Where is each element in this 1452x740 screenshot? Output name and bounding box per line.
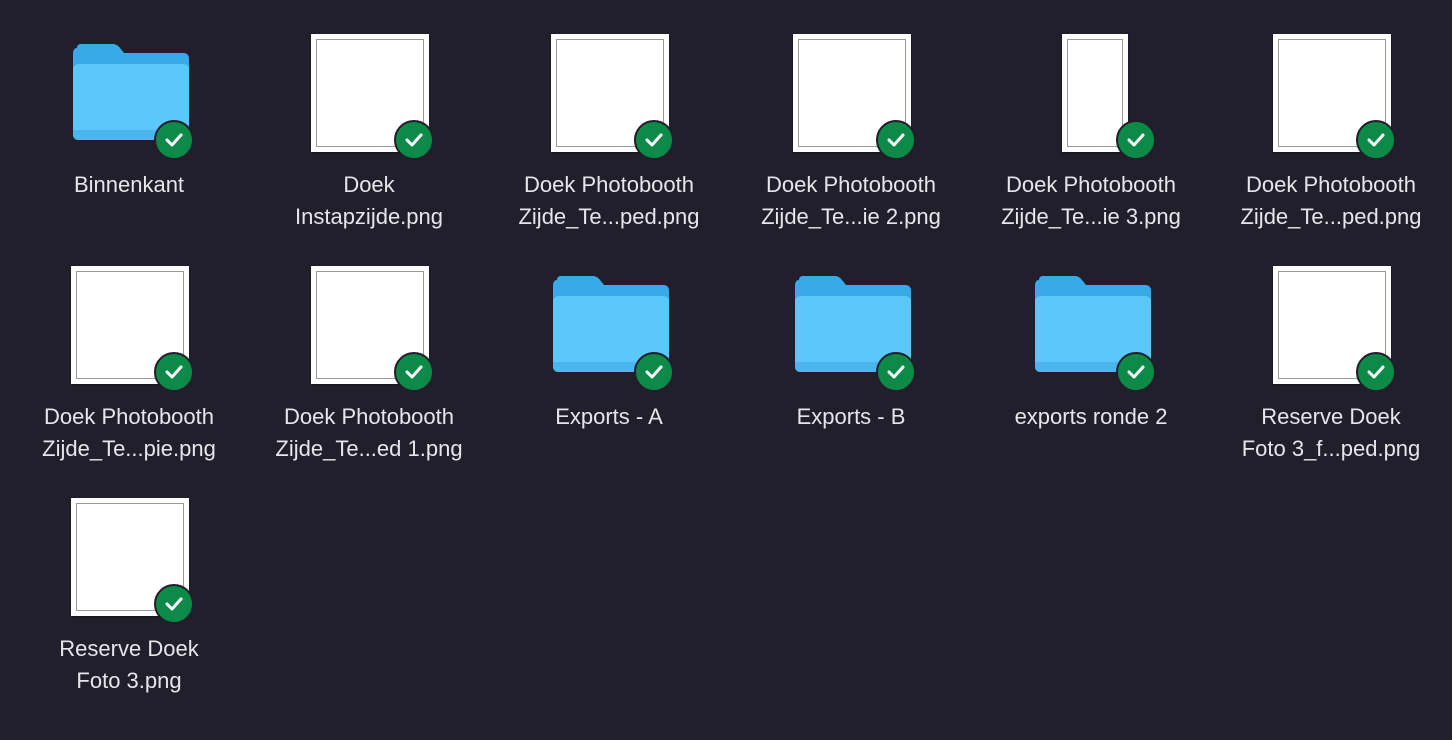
file-label: Binnenkant xyxy=(19,169,239,201)
file-item-doek-photobooth-ie2[interactable]: Doek Photobooth Zijde_Te...ie 2.png xyxy=(741,32,961,252)
file-item-reserve-doek-foto3[interactable]: Reserve Doek Foto 3.png xyxy=(19,496,239,716)
image-file-icon xyxy=(307,264,434,392)
synced-check-icon xyxy=(1356,120,1396,160)
file-name-line2: Foto 3_f...ped.png xyxy=(1241,436,1421,461)
file-label: Doek Photobooth Zijde_Te...ie 3.png xyxy=(981,169,1201,233)
image-file-icon xyxy=(789,32,916,160)
file-label: Reserve Doek Foto 3_f...ped.png xyxy=(1221,401,1441,465)
image-file-icon xyxy=(67,264,194,392)
folder-icon xyxy=(1029,264,1156,392)
file-name-line1: Exports - B xyxy=(796,404,906,429)
synced-check-icon xyxy=(634,120,674,160)
file-item-doek-instapzijde[interactable]: Doek Instapzijde.png xyxy=(259,32,479,252)
folder-icon xyxy=(789,264,916,392)
file-name-line1: Doek Photobooth xyxy=(283,404,455,429)
file-name-line1: Reserve Doek xyxy=(1261,404,1401,429)
file-item-doek-photobooth-ed1[interactable]: Doek Photobooth Zijde_Te...ed 1.png xyxy=(259,264,479,484)
file-label: Doek Photobooth Zijde_Te...pie.png xyxy=(19,401,239,465)
file-label: exports ronde 2 xyxy=(981,401,1201,433)
image-file-icon xyxy=(1269,32,1396,160)
synced-check-icon xyxy=(154,584,194,624)
file-name-line1: Doek Photobooth xyxy=(1245,172,1417,197)
synced-check-icon xyxy=(154,352,194,392)
file-item-reserve-doek-foto3-ped[interactable]: Reserve Doek Foto 3_f...ped.png xyxy=(1221,264,1441,484)
file-label: Exports - A xyxy=(499,401,719,433)
folder-item-binnenkant[interactable]: Binnenkant xyxy=(19,32,239,252)
folder-item-exports-ronde-2[interactable]: exports ronde 2 xyxy=(981,264,1201,484)
file-name-line2: Zijde_Te...ie 3.png xyxy=(1001,204,1181,229)
file-name-line1: Doek Photobooth xyxy=(1005,172,1177,197)
file-label: Doek Instapzijde.png xyxy=(259,169,479,233)
synced-check-icon xyxy=(634,352,674,392)
synced-check-icon xyxy=(394,352,434,392)
file-label: Doek Photobooth Zijde_Te...ped.png xyxy=(1221,169,1441,233)
file-name-line1: Doek Photobooth xyxy=(523,172,695,197)
file-name-line1: Reserve Doek xyxy=(59,636,199,661)
image-file-icon xyxy=(67,496,194,624)
synced-check-icon xyxy=(876,352,916,392)
file-name-line2: Zijde_Te...ped.png xyxy=(1240,204,1422,229)
folder-icon xyxy=(67,32,194,160)
synced-check-icon xyxy=(154,120,194,160)
file-name-line1: exports ronde 2 xyxy=(1014,404,1168,429)
file-item-doek-photobooth-ped[interactable]: Doek Photobooth Zijde_Te...ped.png xyxy=(499,32,719,252)
file-item-doek-photobooth-ped-2[interactable]: Doek Photobooth Zijde_Te...ped.png xyxy=(1221,32,1441,252)
file-name-line2: Zijde_Te...pie.png xyxy=(42,436,216,461)
image-file-icon xyxy=(307,32,434,160)
file-name-line1: Doek Photobooth xyxy=(43,404,215,429)
file-name-line2: Instapzijde.png xyxy=(295,204,443,229)
file-name-line2: Foto 3.png xyxy=(76,668,182,693)
file-name-line2: Zijde_Te...ie 2.png xyxy=(761,204,941,229)
folder-item-exports-a[interactable]: Exports - A xyxy=(499,264,719,484)
file-name-line1: Doek Photobooth xyxy=(765,172,937,197)
file-label: Doek Photobooth Zijde_Te...ped.png xyxy=(499,169,719,233)
synced-check-icon xyxy=(1356,352,1396,392)
file-name-line1: Binnenkant xyxy=(73,172,185,197)
file-name-line1: Doek xyxy=(343,172,395,197)
file-icon-grid: Binnenkant Doek Instapzijde.png Doek Pho… xyxy=(0,0,1452,740)
synced-check-icon xyxy=(1116,352,1156,392)
file-name-line2: Zijde_Te...ed 1.png xyxy=(275,436,463,461)
synced-check-icon xyxy=(876,120,916,160)
file-label: Exports - B xyxy=(741,401,961,433)
folder-item-exports-b[interactable]: Exports - B xyxy=(741,264,961,484)
folder-icon xyxy=(547,264,674,392)
file-item-doek-photobooth-ie3[interactable]: Doek Photobooth Zijde_Te...ie 3.png xyxy=(981,32,1201,252)
file-name-line1: Exports - A xyxy=(555,404,663,429)
file-label: Doek Photobooth Zijde_Te...ie 2.png xyxy=(741,169,961,233)
image-file-icon xyxy=(1029,32,1156,160)
synced-check-icon xyxy=(1116,120,1156,160)
image-file-icon xyxy=(547,32,674,160)
file-item-doek-photobooth-pie[interactable]: Doek Photobooth Zijde_Te...pie.png xyxy=(19,264,239,484)
file-label: Reserve Doek Foto 3.png xyxy=(19,633,239,697)
synced-check-icon xyxy=(394,120,434,160)
image-file-icon xyxy=(1269,264,1396,392)
file-name-line2: Zijde_Te...ped.png xyxy=(518,204,700,229)
file-label: Doek Photobooth Zijde_Te...ed 1.png xyxy=(259,401,479,465)
